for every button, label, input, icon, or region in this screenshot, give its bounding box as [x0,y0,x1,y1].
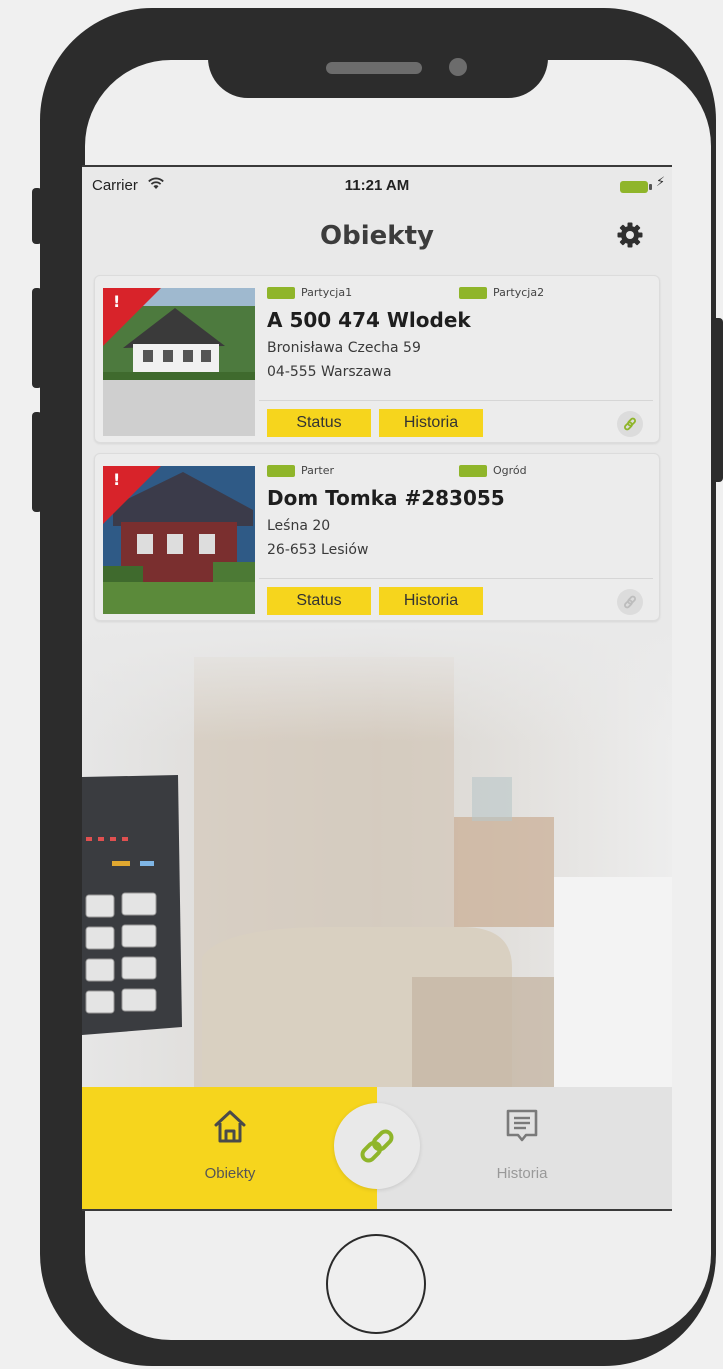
front-camera [449,58,467,76]
battery-tip [649,184,652,190]
home-button[interactable] [326,1234,426,1334]
partition-status-swatch [459,286,487,299]
link-icon[interactable] [334,1103,420,1189]
link-icon[interactable] [617,589,643,615]
partition-status-swatch [267,464,295,477]
partition-label: Partycja1 [301,286,353,299]
tab-history-label: Historia [496,1165,548,1182]
partition-badge: Ogród [459,464,527,477]
status-bar: Carrier 11:21 AM ⚡ [82,167,672,207]
page-title: Obiekty [320,221,434,251]
speaker-grille [326,62,422,74]
partition-badge: Partycja2 [459,286,544,299]
navigation-bar: Obiekty [82,207,672,265]
alert-icon: ! [113,470,121,489]
battery-icon [620,181,648,193]
alert-flag [103,288,161,346]
partition-badge: Partycja1 [267,286,352,299]
partition-label: Parter [301,464,335,477]
status-button[interactable]: Status [267,587,371,615]
object-name: Dom Tomka #283055 [267,486,505,510]
background-photo [82,627,672,1087]
card-actions: Status Historia [259,578,653,615]
partition-status-swatch [267,286,295,299]
object-street: Bronisława Czecha 59 [267,340,421,356]
object-card[interactable]: ! Parter Ogród Dom Tomka #283055 Leśna 2… [94,453,660,621]
history-button[interactable]: Historia [379,409,483,437]
objects-list: ! Partycja1 Partycja2 A 500 474 Wlodek B… [94,275,660,631]
card-actions: Status Historia [259,400,653,437]
tab-history[interactable]: Historia [432,1087,612,1209]
gear-icon[interactable] [616,221,644,249]
alert-flag [103,466,161,524]
alert-icon: ! [113,292,121,311]
object-photo: ! [103,466,255,614]
object-city: 26-653 Lesiów [267,542,369,558]
tab-objects-label: Obiekty [204,1165,256,1182]
object-photo: ! [103,288,255,436]
message-icon [504,1107,540,1145]
charging-bolt-icon: ⚡ [656,175,666,190]
object-name: A 500 474 Wlodek [267,308,471,332]
app-screen: Carrier 11:21 AM ⚡ Obiekty ! Partycja1 P… [82,165,672,1211]
clock: 11:21 AM [344,177,410,194]
tab-bar: Obiekty Historia [82,1087,672,1209]
partition-label: Partycja2 [493,286,545,299]
link-icon[interactable] [617,411,643,437]
notch [208,40,548,98]
object-street: Leśna 20 [267,518,331,534]
object-card[interactable]: ! Partycja1 Partycja2 A 500 474 Wlodek B… [94,275,660,443]
object-city: 04-555 Warszawa [267,364,392,380]
partition-badge: Parter [267,464,334,477]
status-button[interactable]: Status [267,409,371,437]
partition-label: Ogród [493,464,527,477]
partition-status-swatch [459,464,487,477]
home-icon [212,1107,248,1145]
tab-objects[interactable]: Obiekty [140,1087,320,1209]
history-button[interactable]: Historia [379,587,483,615]
